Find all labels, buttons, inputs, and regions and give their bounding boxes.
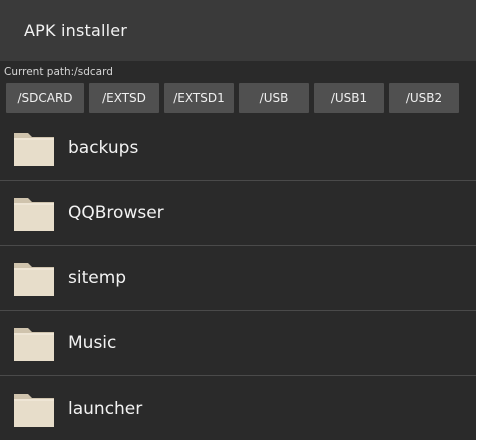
folder-name: backups (68, 138, 139, 158)
storage-tabs: /SDCARD /EXTSD /EXTSD1 /USB /USB1 /USB2 (0, 79, 476, 113)
current-path: Current path:/sdcard (4, 66, 113, 78)
app-title: APK installer (24, 21, 128, 40)
folder-row-launcher[interactable]: launcher (0, 376, 476, 440)
tab-sdcard[interactable]: /SDCARD (6, 83, 84, 113)
tab-usb1[interactable]: /USB1 (314, 83, 384, 113)
folder-icon (14, 393, 54, 427)
tab-extsd[interactable]: /EXTSD (89, 83, 159, 113)
title-bar: APK installer (0, 0, 476, 61)
folder-row-sitemp[interactable]: sitemp (0, 246, 476, 311)
folder-icon (14, 263, 54, 296)
tab-usb2[interactable]: /USB2 (389, 83, 459, 113)
folder-row-backups[interactable]: backups (0, 116, 476, 181)
folder-list: backups QQBrowser sitemp Music launcher (0, 116, 476, 440)
tab-usb[interactable]: /USB (239, 83, 309, 113)
folder-icon (14, 133, 54, 166)
folder-icon (14, 198, 54, 231)
folder-icon (14, 328, 54, 361)
folder-name: sitemp (68, 268, 127, 288)
folder-name: QQBrowser (68, 203, 164, 223)
folder-name: launcher (68, 398, 143, 419)
tab-extsd1[interactable]: /EXTSD1 (164, 83, 234, 113)
folder-name: Music (68, 333, 117, 353)
folder-row-music[interactable]: Music (0, 311, 476, 376)
apk-installer-window: APK installer Current path:/sdcard /SDCA… (0, 0, 476, 440)
folder-row-qqbrowser[interactable]: QQBrowser (0, 181, 476, 246)
